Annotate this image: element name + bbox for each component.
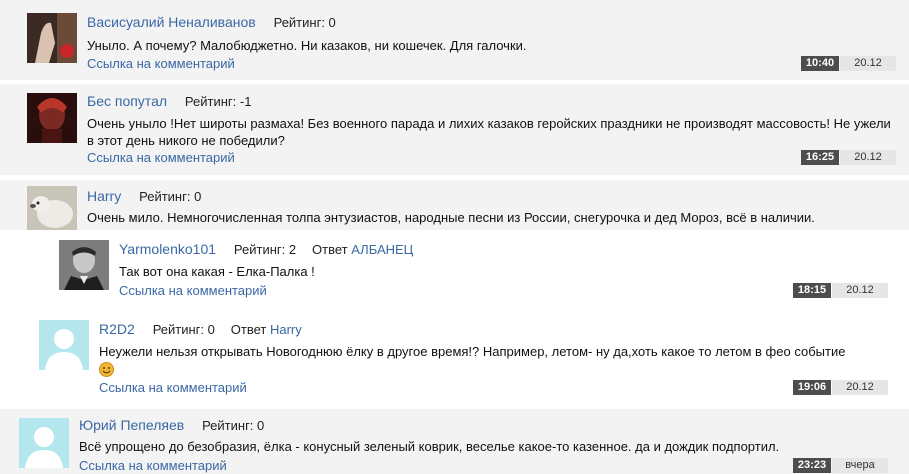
avatar[interactable] [27,13,77,63]
comment-date: вчера [832,458,888,473]
comment-item: R2D2 Рейтинг: 0 Ответ Harry Неужели нель… [0,312,909,404]
rating-label: Рейтинг: -1 [184,94,252,109]
rating-label: Рейтинг: 0 [152,322,215,337]
avatar[interactable] [27,186,77,230]
comment-text: Уныло. А почему? Малобюджетно. Ни казако… [87,38,527,53]
comment-time: 10:40 [801,56,839,71]
author-name[interactable]: Yarmolenko101 [119,241,216,257]
author-name[interactable]: Васисуалий Неналиванов [87,14,256,30]
default-avatar-icon [39,320,89,370]
comment-time: 16:25 [801,150,839,165]
comment-link[interactable]: Ссылка на комментарий [87,150,235,165]
comment-item: Васисуалий Неналиванов Рейтинг: 0 Уныло.… [0,0,909,80]
avatar[interactable] [59,240,109,290]
comment-link[interactable]: Ссылка на комментарий [119,283,267,298]
comment-item: Юрий Пепеляев Рейтинг: 0 Всё упрощено до… [0,409,909,474]
comment-time: 18:15 [793,283,831,298]
comment-date: 20.12 [840,150,896,165]
comment-text: Очень уныло !Нет широты размаха! Без вое… [87,116,891,148]
comment-item: Harry Рейтинг: 0 Очень мило. Немногочисл… [0,180,909,230]
author-name[interactable]: Юрий Пепеляев [79,417,184,433]
smiley-icon [99,362,114,378]
comment-date: 20.12 [832,380,888,395]
reply-label: Ответ Harry [230,322,302,337]
author-name[interactable]: Бес попутал [87,93,167,109]
rating-label: Рейтинг: 0 [139,189,202,204]
rating-label: Рейтинг: 0 [273,15,336,30]
avatar[interactable] [39,320,89,370]
comment-text: Всё упрощено до безобразия, ёлка - конус… [79,439,780,454]
comment-text: Неужели нельзя открывать Новогоднюю ёлку… [99,343,889,378]
reply-label: Ответ АЛБАНЕЦ [312,242,414,257]
rating-label: Рейтинг: 0 [202,418,265,433]
avatar[interactable] [19,418,69,468]
author-name[interactable]: R2D2 [99,321,135,337]
avatar-image [27,186,77,230]
comment-item: Yarmolenko101 Рейтинг: 2 Ответ АЛБАНЕЦ Т… [0,232,909,302]
comment-time: 23:23 [793,458,831,473]
default-avatar-icon [19,418,69,468]
avatar-image [59,240,109,290]
comment-link[interactable]: Ссылка на комментарий [87,56,235,71]
comment-date: 20.12 [832,283,888,298]
comment-date: 20.12 [840,56,896,71]
avatar-image [27,13,77,63]
reply-to-link[interactable]: Harry [270,322,302,337]
reply-to-link[interactable]: АЛБАНЕЦ [351,242,413,257]
comment-item: Бес попутал Рейтинг: -1 Очень уныло !Нет… [0,84,909,175]
comment-text: Так вот она какая - Елка-Палка ! [119,264,315,279]
comment-text: Очень мило. Немногочисленная толпа энтуз… [87,210,815,225]
author-name[interactable]: Harry [87,188,121,204]
comment-link[interactable]: Ссылка на комментарий [79,458,227,473]
comment-link[interactable]: Ссылка на комментарий [99,380,247,395]
avatar-image [27,93,77,143]
comment-time: 19:06 [793,380,831,395]
avatar[interactable] [27,93,77,143]
rating-label: Рейтинг: 2 [233,242,297,257]
